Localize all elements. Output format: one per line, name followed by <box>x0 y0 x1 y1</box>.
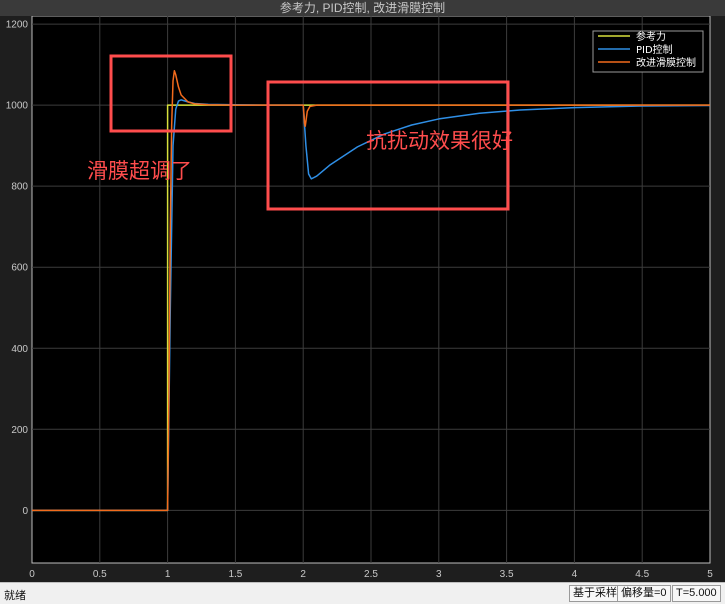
x-tick-label: 2 <box>300 569 306 580</box>
window-title: 参考力, PID控制, 改进滑膜控制 <box>0 0 725 16</box>
status-ready: 就绪 <box>4 590 26 602</box>
y-tick-label: 800 <box>11 182 28 193</box>
y-tick-label: 1000 <box>6 101 29 112</box>
legend-label-1: PID控制 <box>636 43 673 56</box>
x-tick-label: 2.5 <box>364 569 378 580</box>
y-tick-label: 200 <box>11 425 28 436</box>
y-tick-label: 0 <box>22 506 28 517</box>
x-tick-label: 1.5 <box>228 569 242 580</box>
x-tick-label: 4 <box>572 569 578 580</box>
status-sample-mode: 基于采样 <box>569 585 621 602</box>
annotation-label-overshoot: 滑膜超调了 <box>87 159 192 183</box>
annotation-label-disturbance: 抗扰动效果很好 <box>366 129 513 153</box>
x-tick-label: 3 <box>436 569 442 580</box>
x-tick-label: 0.5 <box>93 569 107 580</box>
y-tick-label: 400 <box>11 344 28 355</box>
x-tick-label: 1 <box>165 569 171 580</box>
legend-label-0: 参考力 <box>636 30 666 43</box>
y-tick-label: 600 <box>11 263 28 274</box>
scope-panel: 0 0.5 1 1.5 2 2.5 3 3.5 4 4.5 5 0 200 400 600 800 1000 12… <box>0 16 725 582</box>
y-tick-label: 1200 <box>6 20 29 31</box>
x-tick-label: 4.5 <box>635 569 649 580</box>
status-time: T=5.000 <box>672 585 721 602</box>
legend[interactable]: 参考力 PID控制 改进滑膜控制 <box>592 30 704 73</box>
x-tick-label: 5 <box>707 569 713 580</box>
status-bar: 就绪 基于采样 偏移量=0 T=5.000 <box>0 582 725 604</box>
x-tick-label: 3.5 <box>500 569 514 580</box>
plot-area[interactable]: 0 0.5 1 1.5 2 2.5 3 3.5 4 4.5 5 0 200 400 600 800 1000 12… <box>0 16 725 582</box>
status-offset: 偏移量=0 <box>617 585 671 602</box>
legend-label-2: 改进滑膜控制 <box>636 56 696 69</box>
x-tick-label: 0 <box>29 569 35 580</box>
